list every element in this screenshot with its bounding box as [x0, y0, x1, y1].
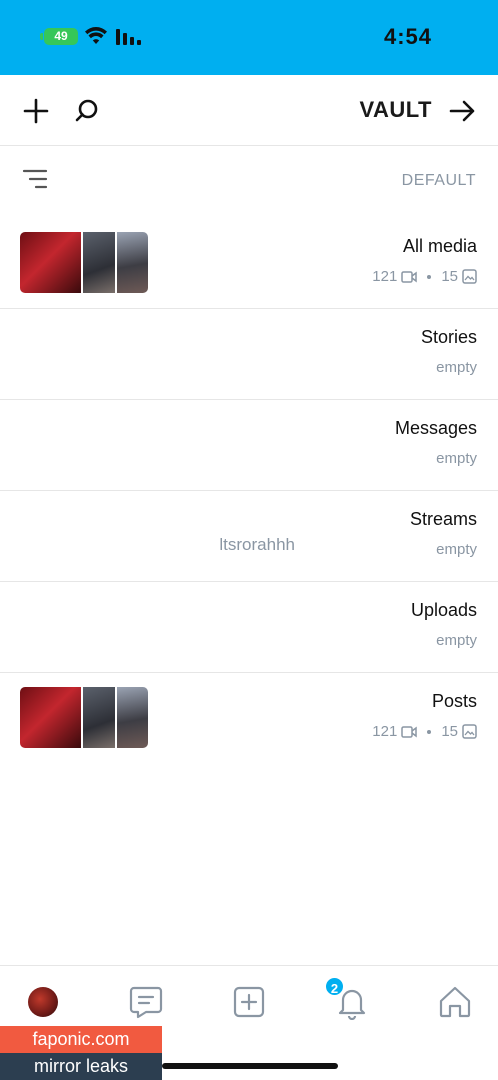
media-counts: 121 15 [372, 268, 477, 285]
photo-count: 15 [441, 723, 458, 740]
list-item-stories[interactable]: Stories empty [0, 309, 498, 400]
video-count: 121 [372, 268, 398, 285]
add-icon[interactable] [22, 97, 50, 125]
watermark-caption: mirror leaks [0, 1053, 162, 1080]
list-item-title: Posts [431, 691, 477, 711]
list-item-messages[interactable]: Messages empty [0, 400, 498, 491]
list-item-title: Stories [420, 327, 477, 347]
sort-label[interactable]: DEFAULT [402, 172, 476, 190]
thumbnail-image [117, 687, 148, 748]
thumbnail-image [83, 232, 115, 293]
list-item-title: Streams [409, 509, 477, 529]
home-icon[interactable] [437, 984, 473, 1020]
list-item-subtitle: empty [436, 632, 477, 649]
cellular-signal-icon [116, 29, 141, 45]
back-arrow-icon[interactable] [448, 97, 476, 125]
media-thumbnails [20, 232, 148, 293]
list-item-subtitle: empty [436, 450, 477, 467]
vault-list: All media 121 15 Stories empty Messages … [0, 218, 498, 764]
video-count: 121 [372, 723, 398, 740]
separator-dot [427, 274, 432, 279]
list-item-title: Uploads [410, 600, 477, 620]
video-icon [401, 270, 418, 283]
list-item-title: Messages [394, 418, 477, 438]
video-icon [401, 725, 418, 738]
sort-icon[interactable] [22, 168, 48, 190]
list-item-posts[interactable]: Posts 121 15 [0, 673, 498, 764]
battery-icon: 49 [44, 28, 78, 45]
list-item-subtitle: empty [436, 359, 477, 376]
page-title: VAULT [359, 97, 432, 122]
list-item-uploads[interactable]: Uploads empty [0, 582, 498, 673]
avatar[interactable] [28, 987, 58, 1017]
list-item-extra-text: ltsrorahhh [219, 535, 295, 554]
image-icon [462, 269, 477, 284]
home-indicator [162, 1063, 338, 1069]
separator-dot [427, 729, 432, 734]
sort-row: DEFAULT [0, 146, 498, 214]
photo-count: 15 [441, 268, 458, 285]
list-item-all-media[interactable]: All media 121 15 [0, 218, 498, 309]
search-icon[interactable] [73, 97, 101, 125]
header: VAULT [0, 75, 498, 146]
status-time: 4:54 [383, 24, 432, 49]
messages-icon[interactable] [128, 984, 164, 1020]
wifi-icon [85, 27, 107, 44]
status-bar: 49 4:54 [0, 0, 498, 75]
list-item-title: All media [402, 236, 477, 256]
list-item-subtitle: empty [436, 541, 477, 558]
list-item-streams[interactable]: Streams ltsrorahhh empty [0, 491, 498, 582]
watermark-site: faponic.com [0, 1026, 162, 1053]
add-post-icon[interactable] [231, 984, 267, 1020]
battery-tip [40, 33, 43, 40]
thumbnail-image [20, 687, 81, 748]
notification-badge: 2 [324, 976, 345, 997]
image-icon [462, 724, 477, 739]
media-counts: 121 15 [372, 723, 477, 740]
media-thumbnails [20, 687, 148, 748]
thumbnail-image [20, 232, 81, 293]
thumbnail-image [83, 687, 115, 748]
thumbnail-image [117, 232, 148, 293]
